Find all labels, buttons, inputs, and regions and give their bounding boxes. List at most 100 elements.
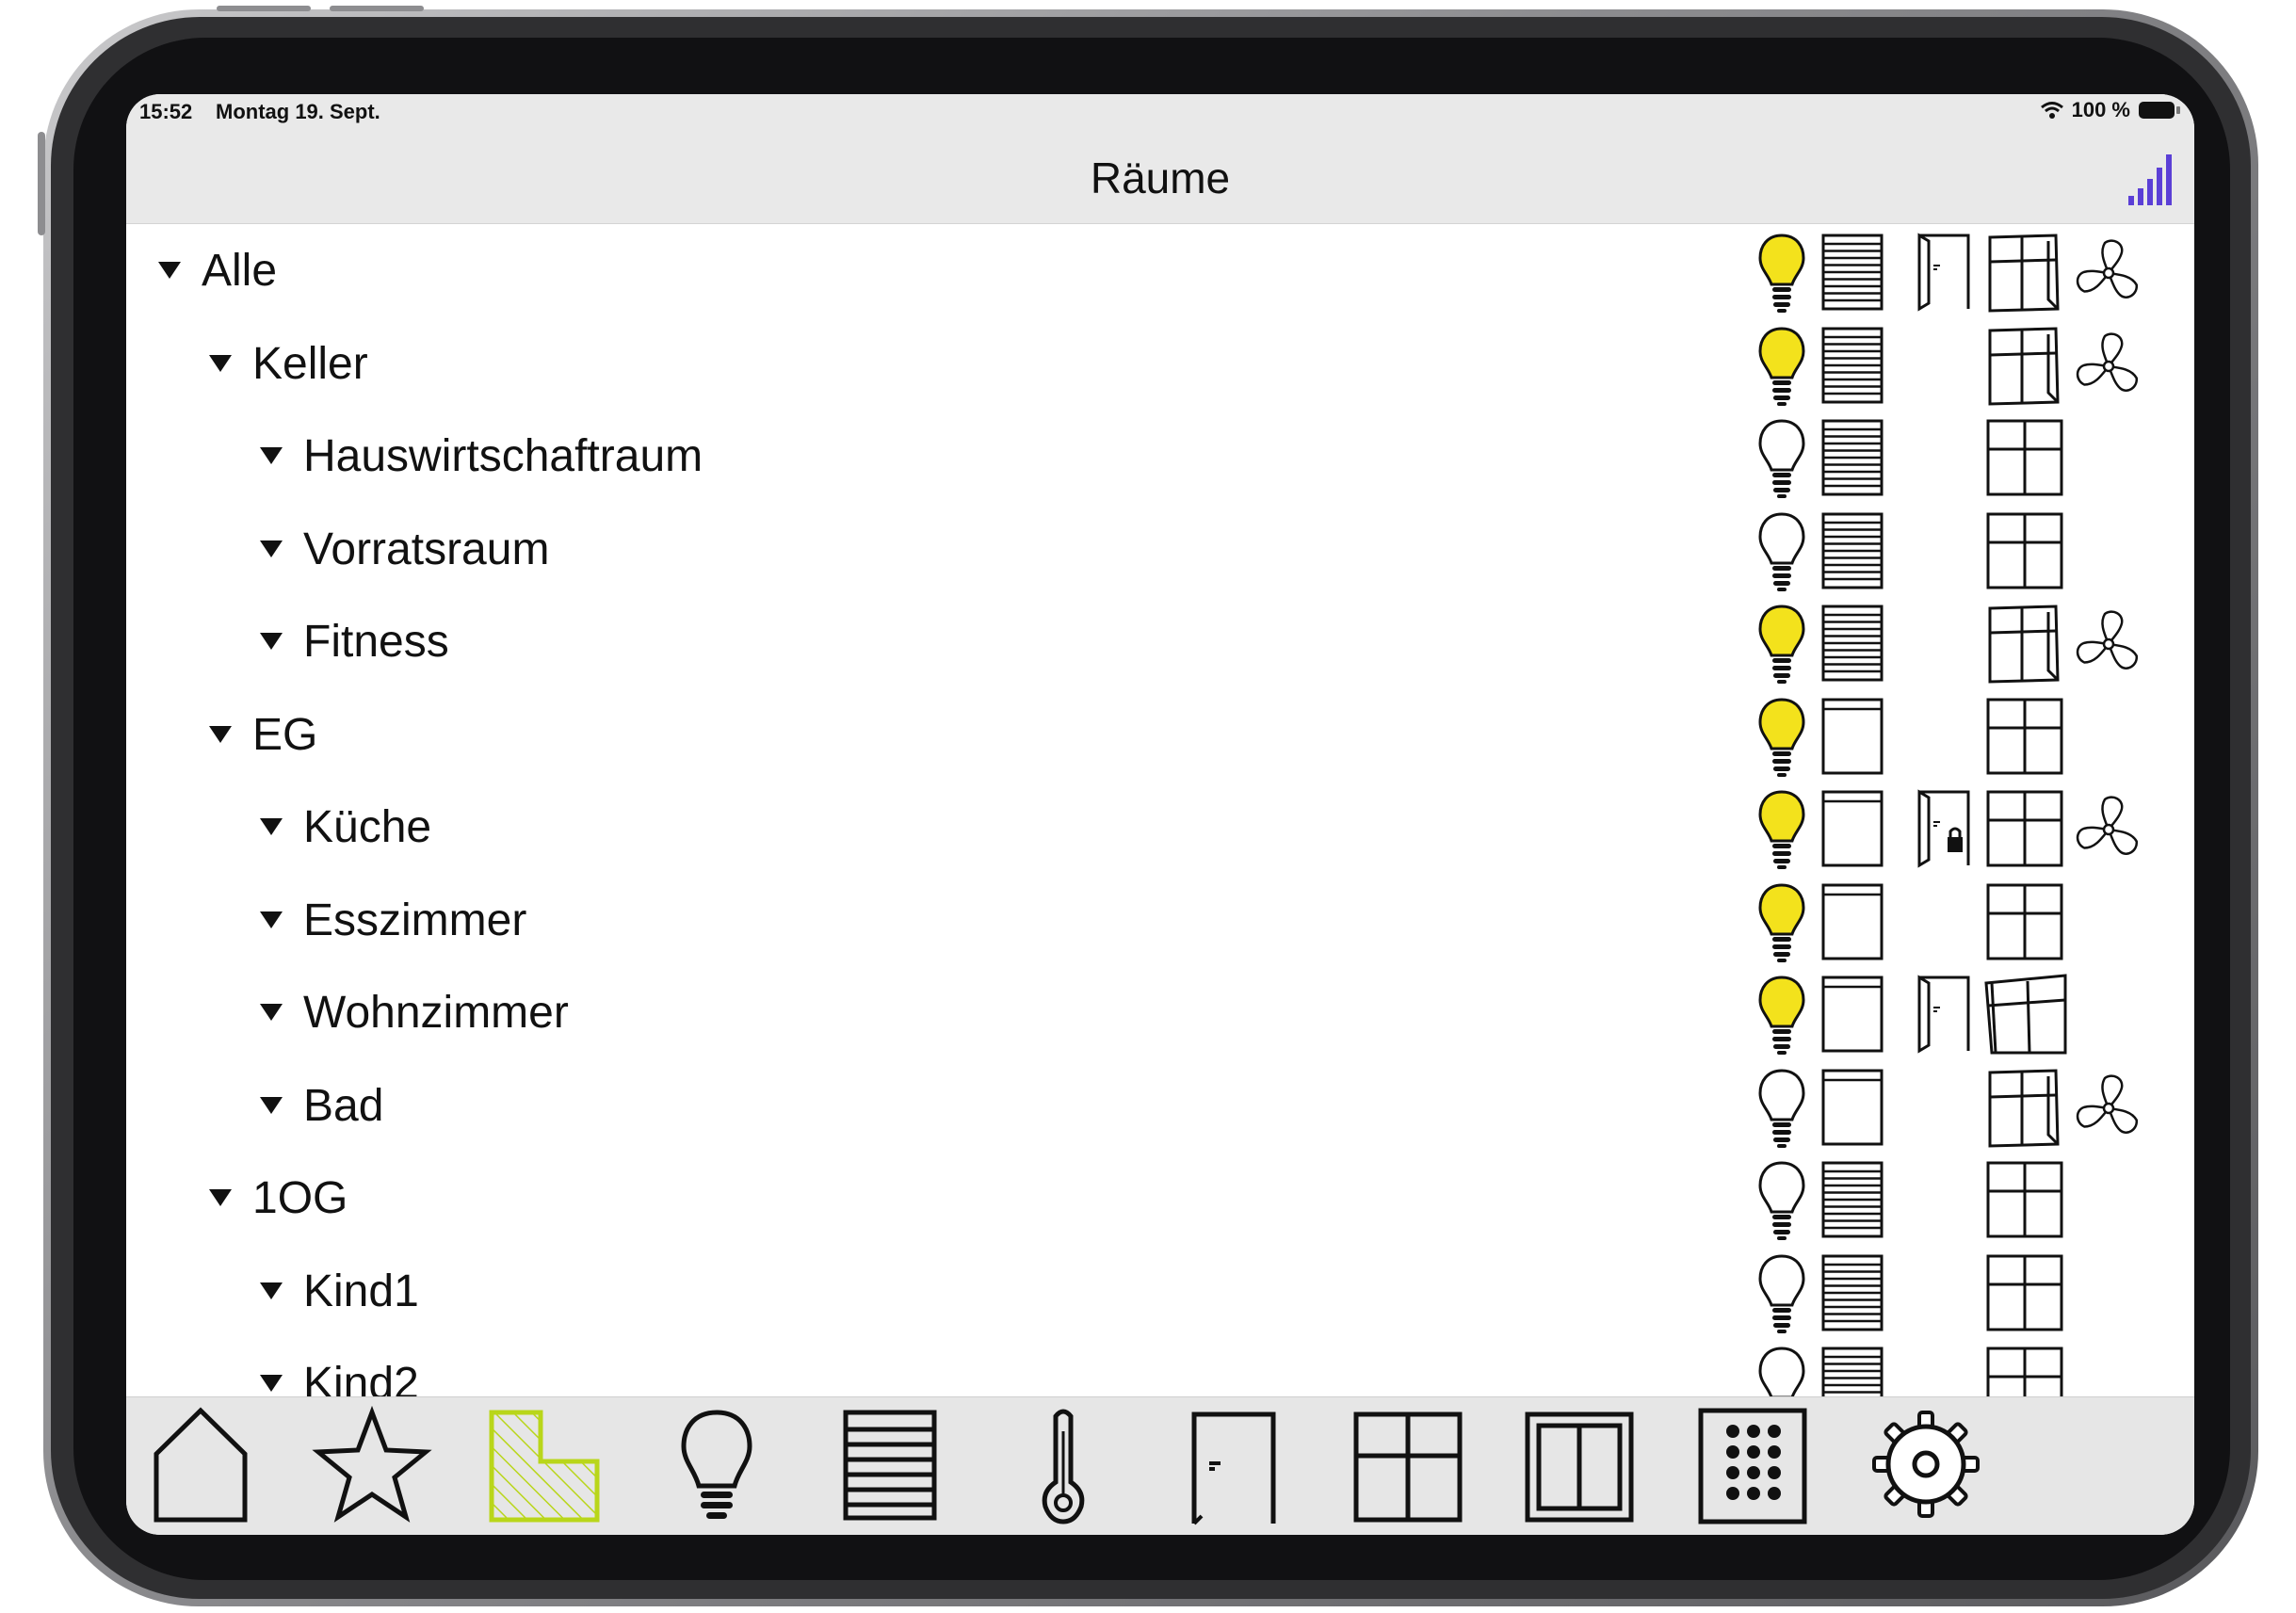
window-closed-icon[interactable] — [1984, 788, 2069, 881]
gear-icon — [1872, 1411, 1980, 1518]
tab-settings[interactable] — [1865, 1403, 1987, 1525]
disclosure-triangle-icon[interactable] — [252, 1245, 290, 1338]
fan-icon[interactable] — [2071, 606, 2156, 700]
room-label: Hauswirtschaftraum — [303, 431, 703, 481]
status-right: 100 % — [2040, 98, 2181, 122]
room-row[interactable]: Fitness — [126, 595, 2194, 688]
status-bar: 15:52 Montag 19. Sept. 100 % — [126, 94, 2194, 132]
wifi-icon — [2040, 102, 2063, 119]
room-label: Esszimmer — [303, 895, 527, 945]
power-button — [217, 6, 311, 11]
room-row[interactable]: Bad — [126, 1059, 2194, 1153]
disclosure-triangle-icon[interactable] — [202, 688, 239, 782]
disclosure-triangle-icon[interactable] — [151, 224, 188, 317]
room-label: Bad — [303, 1080, 384, 1131]
disclosure-triangle-icon[interactable] — [252, 874, 290, 967]
disclosure-triangle-icon[interactable] — [252, 595, 290, 688]
window-closed-icon[interactable] — [1984, 881, 2069, 975]
shutter-closed-icon[interactable] — [1820, 603, 1905, 696]
window-closed-icon[interactable] — [1984, 1252, 2069, 1346]
status-date: Montag 19. Sept. — [216, 100, 380, 123]
shutter-open-icon[interactable] — [1820, 881, 1905, 975]
room-label: Keller — [252, 338, 368, 389]
window-closed-icon[interactable] — [1984, 510, 2069, 604]
shutter-closed-icon[interactable] — [1820, 510, 1905, 604]
room-label: Kind1 — [303, 1266, 419, 1316]
room-row[interactable]: Alle — [126, 224, 2194, 317]
tab-lights[interactable] — [655, 1403, 778, 1525]
fan-icon[interactable] — [2071, 235, 2156, 329]
battery-icon — [2139, 102, 2180, 119]
volume-button — [38, 132, 45, 235]
room-row[interactable]: Hauswirtschaftraum — [126, 410, 2194, 503]
room-row[interactable]: Esszimmer — [126, 874, 2194, 967]
window-tilted-icon[interactable] — [1984, 603, 2069, 696]
fan-icon[interactable] — [2071, 1071, 2156, 1164]
room-label: Fitness — [303, 617, 449, 667]
signal-strength-icon[interactable] — [2126, 149, 2177, 205]
shutter-closed-icon[interactable] — [1820, 417, 1905, 510]
window-open-icon[interactable] — [1984, 974, 2069, 1067]
fan-icon[interactable] — [2071, 329, 2156, 422]
window-closed-icon[interactable] — [1984, 417, 2069, 510]
disclosure-triangle-icon[interactable] — [202, 317, 239, 411]
disclosure-triangle-icon[interactable] — [252, 966, 290, 1059]
tab-keypad[interactable] — [1691, 1403, 1814, 1525]
tab-doors[interactable] — [1173, 1403, 1296, 1525]
shutter-open-icon[interactable] — [1820, 788, 1905, 881]
battery-percentage: 100 % — [2071, 98, 2130, 121]
tab-windows[interactable] — [1347, 1403, 1469, 1525]
window-icon — [1353, 1411, 1463, 1523]
tab-home[interactable] — [139, 1403, 262, 1525]
disclosure-triangle-icon[interactable] — [252, 1059, 290, 1153]
keypad-icon — [1698, 1408, 1807, 1524]
shutter-closed-icon[interactable] — [1820, 325, 1905, 418]
room-row[interactable]: Keller — [126, 317, 2194, 411]
door-open-icon[interactable] — [1910, 970, 1995, 1063]
disclosure-triangle-icon[interactable] — [252, 781, 290, 874]
shutter-icon — [843, 1410, 937, 1521]
disclosure-triangle-icon[interactable] — [252, 410, 290, 503]
home-icon — [154, 1407, 248, 1523]
room-row[interactable]: Kind1 — [126, 1245, 2194, 1338]
tab-rooms[interactable] — [484, 1403, 606, 1525]
room-row[interactable]: Vorratsraum — [126, 503, 2194, 596]
window-closed-icon[interactable] — [1984, 1159, 2069, 1252]
shutter-closed-icon[interactable] — [1820, 1252, 1905, 1346]
thermometer-icon — [1042, 1409, 1085, 1524]
app-screen: 15:52 Montag 19. Sept. 100 % Räume Alle — [126, 94, 2194, 1535]
room-label: Vorratsraum — [303, 524, 550, 574]
room-label: Küche — [303, 802, 432, 852]
tab-shutters[interactable] — [829, 1403, 951, 1525]
door-icon — [1191, 1411, 1276, 1525]
tab-favorites[interactable] — [311, 1403, 433, 1525]
window-tilted-icon[interactable] — [1984, 232, 2069, 325]
star-icon — [312, 1405, 432, 1523]
shutter-open-icon[interactable] — [1820, 1067, 1905, 1160]
door-locked-icon[interactable] — [1910, 784, 1995, 878]
disclosure-triangle-icon[interactable] — [252, 503, 290, 596]
window-tilted-icon[interactable] — [1984, 325, 2069, 418]
shutter-closed-icon[interactable] — [1820, 232, 1905, 325]
room-row[interactable]: Wohnzimmer — [126, 966, 2194, 1059]
page-title: Räume — [1090, 153, 1231, 202]
room-row[interactable]: 1OG — [126, 1152, 2194, 1245]
room-row[interactable]: EG — [126, 688, 2194, 782]
navigation-bar: Räume — [126, 132, 2194, 224]
shutter-open-icon[interactable] — [1820, 696, 1905, 789]
tab-climate[interactable] — [1002, 1403, 1124, 1525]
shutter-closed-icon[interactable] — [1820, 1159, 1905, 1252]
room-label: Wohnzimmer — [303, 988, 569, 1038]
shutter-open-icon[interactable] — [1820, 974, 1905, 1067]
disclosure-triangle-icon[interactable] — [202, 1152, 239, 1245]
fan-icon[interactable] — [2071, 792, 2156, 885]
window-closed-icon[interactable] — [1984, 696, 2069, 789]
room-label: Alle — [202, 246, 278, 296]
tab-sliding[interactable] — [1518, 1403, 1641, 1525]
window-tilted-icon[interactable] — [1984, 1067, 2069, 1160]
power-button-2 — [330, 6, 424, 11]
room-label: 1OG — [252, 1173, 348, 1223]
room-tree: Alle Keller Hauswirtschaftraum Vorratsra… — [126, 224, 2194, 1492]
room-row[interactable]: Küche — [126, 781, 2194, 874]
door-open-icon[interactable] — [1910, 228, 1995, 321]
